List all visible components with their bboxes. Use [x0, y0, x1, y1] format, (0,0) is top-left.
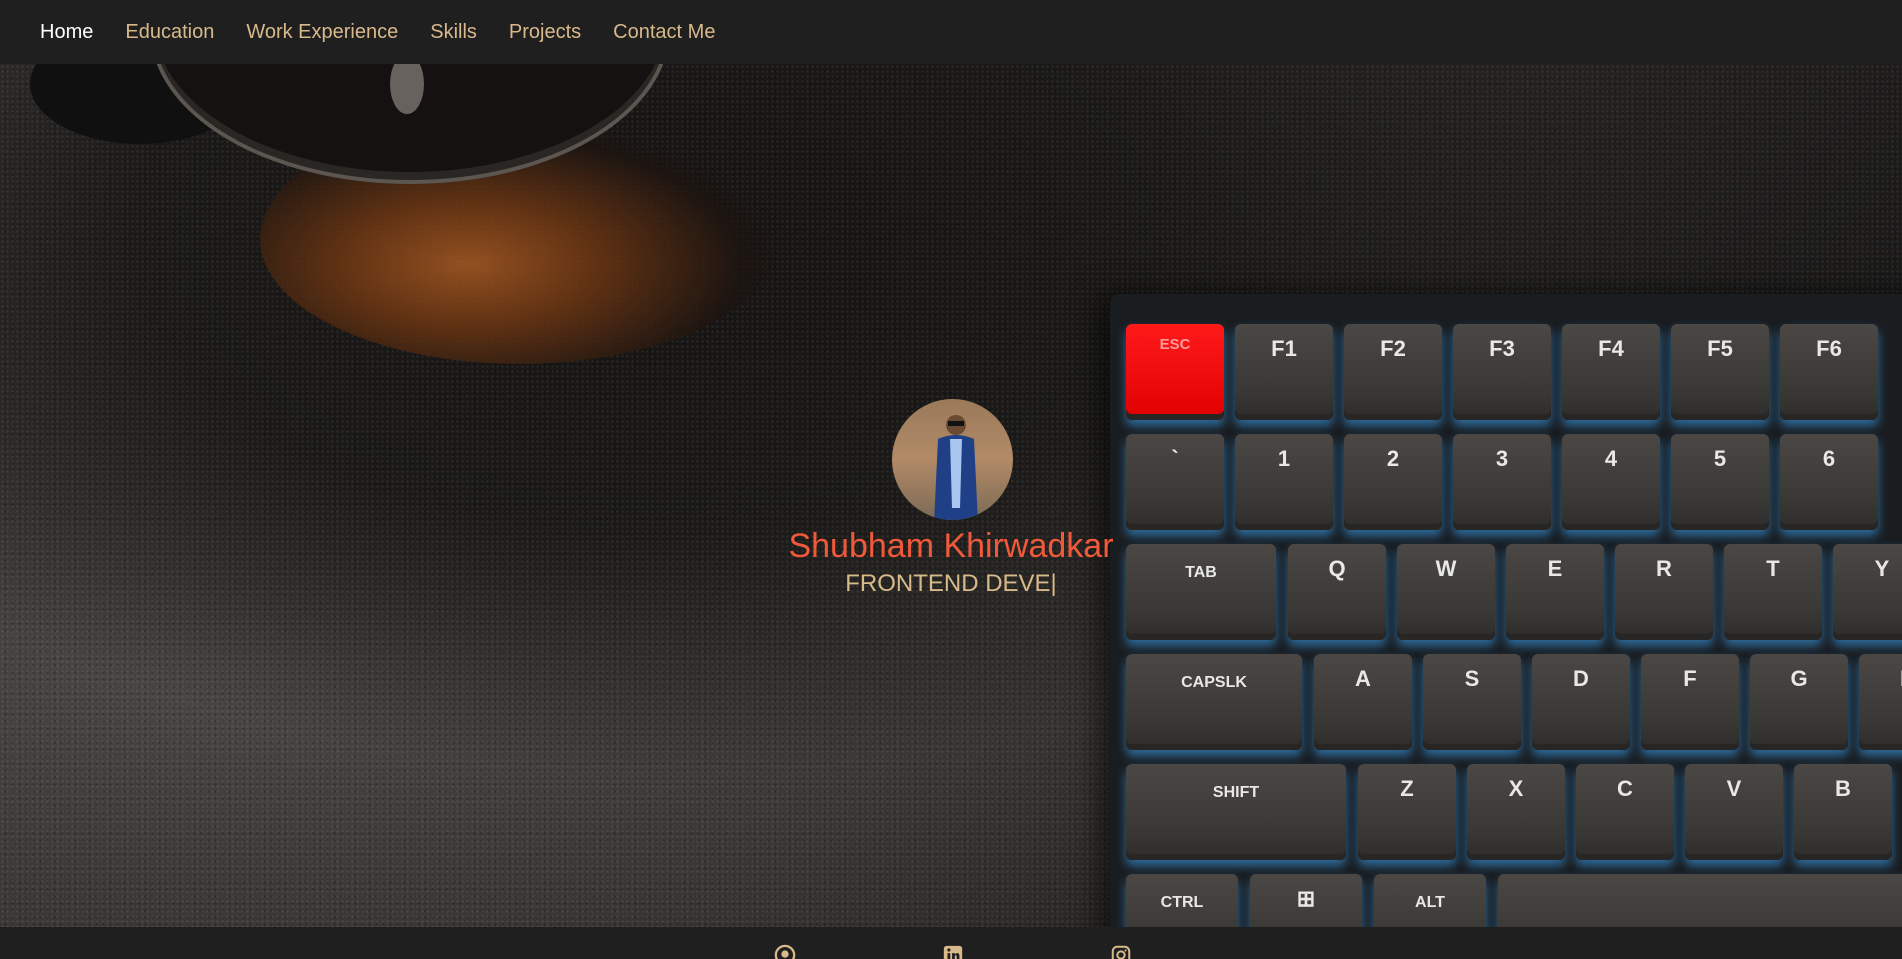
navbar: Home Education Work Experience Skills Pr… [0, 0, 1902, 64]
key-a: A [1314, 654, 1412, 750]
instagram-icon[interactable] [1110, 944, 1132, 959]
key-shift: SHIFT [1126, 764, 1346, 860]
key-b: B [1794, 764, 1892, 860]
key-f6: F6 [1780, 324, 1878, 420]
nav-projects[interactable]: Projects [509, 0, 581, 64]
key-backtick: ` [1126, 434, 1224, 530]
linkedin-icon[interactable] [942, 944, 964, 959]
profile-name: Shubham Khirwadkar [788, 527, 1114, 565]
nav-education[interactable]: Education [125, 0, 214, 64]
key-g: G [1750, 654, 1848, 750]
key-f4: F4 [1562, 324, 1660, 420]
key-2: 2 [1344, 434, 1442, 530]
key-h: H [1859, 654, 1902, 750]
nav-home[interactable]: Home [40, 0, 93, 64]
key-f2: F2 [1344, 324, 1442, 420]
key-alt: ALT [1374, 874, 1486, 927]
key-c: C [1576, 764, 1674, 860]
key-v: V [1685, 764, 1783, 860]
key-f5: F5 [1671, 324, 1769, 420]
key-5: 5 [1671, 434, 1769, 530]
key-ctrl: CTRL [1126, 874, 1238, 927]
key-f: F [1641, 654, 1739, 750]
profile-role: FRONTEND DEVE| [845, 570, 1057, 597]
key-s: S [1423, 654, 1521, 750]
key-d: D [1532, 654, 1630, 750]
keyboard-image: ESC F1 F2 F3 F4 F5 F6 ` 1 2 3 4 5 6 TAB … [1110, 294, 1902, 927]
key-3: 3 [1453, 434, 1551, 530]
person-figure [934, 415, 978, 520]
key-x: X [1467, 764, 1565, 860]
key-6: 6 [1780, 434, 1878, 530]
key-windows: ⊞ [1250, 874, 1362, 927]
github-icon[interactable] [774, 944, 796, 959]
nav-work-experience[interactable]: Work Experience [246, 0, 398, 64]
key-f1: F1 [1235, 324, 1333, 420]
nav-contact-me[interactable]: Contact Me [613, 0, 715, 64]
key-capslock: CAPSLK [1126, 654, 1302, 750]
key-4: 4 [1562, 434, 1660, 530]
nav-skills[interactable]: Skills [430, 0, 477, 64]
key-esc: ESC [1126, 324, 1224, 420]
profile-avatar [892, 399, 1013, 520]
key-space [1498, 874, 1902, 927]
key-1: 1 [1235, 434, 1333, 530]
key-f3: F3 [1453, 324, 1551, 420]
key-z: Z [1358, 764, 1456, 860]
